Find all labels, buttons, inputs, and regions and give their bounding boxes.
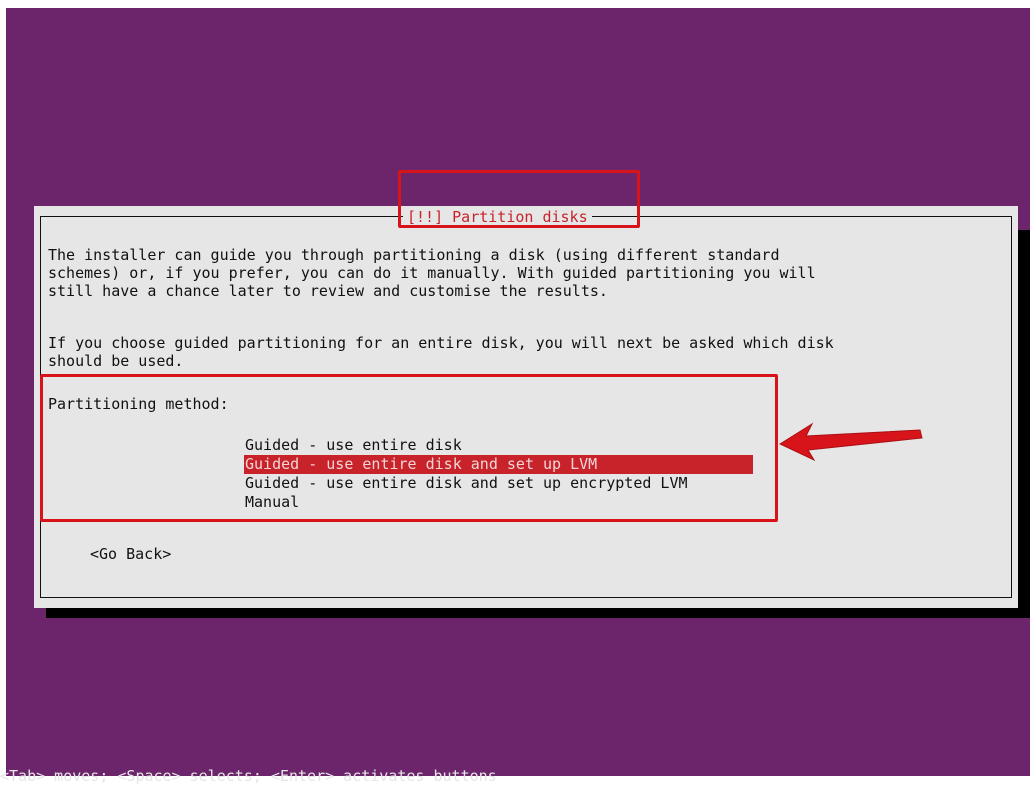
arrow-icon <box>778 422 923 462</box>
intro-line-1: The installer can guide you through part… <box>48 246 780 264</box>
intro-line-2: schemes) or, if you prefer, you can do i… <box>48 264 816 282</box>
guided-line-1: If you choose guided partitioning for an… <box>48 334 834 352</box>
title-highlight-box <box>398 170 640 228</box>
go-back-button[interactable]: <Go Back> <box>90 545 171 563</box>
options-highlight-box <box>40 374 778 522</box>
intro-line-3: still have a chance later to review and … <box>48 282 608 300</box>
guided-line-2: should be used. <box>48 352 184 370</box>
status-bar: <Tab> moves; <Space> selects; <Enter> ac… <box>0 767 497 785</box>
